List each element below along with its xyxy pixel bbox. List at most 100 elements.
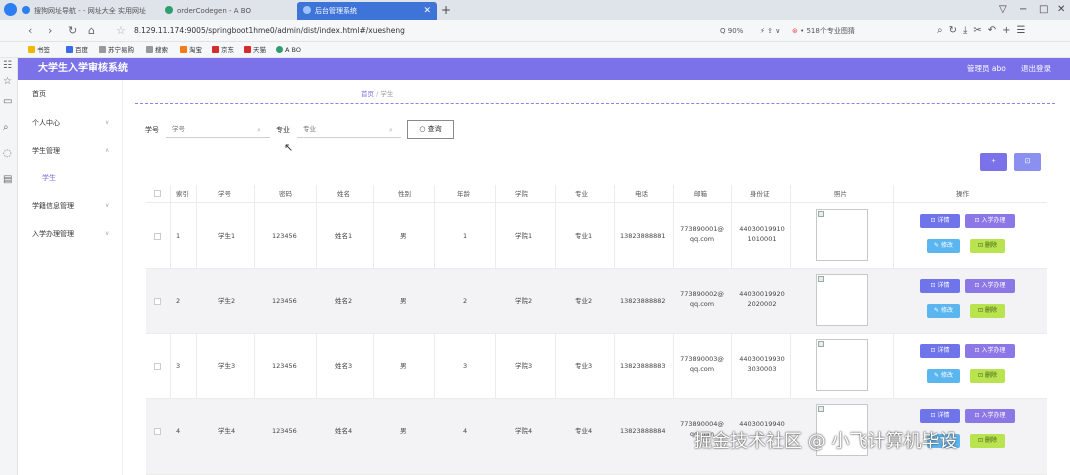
column-header[interactable]: 学号 [218, 188, 231, 200]
divider [135, 103, 1055, 104]
edit-button[interactable]: ✎ 修改 [927, 239, 960, 253]
cell-gender: 男 [400, 297, 407, 305]
column-header[interactable]: 性别 [398, 188, 411, 200]
cell-password: 123456 [272, 427, 297, 435]
delete-button[interactable]: ⊡ 删除 [970, 434, 1005, 448]
home-icon[interactable]: ⌂ [88, 23, 95, 39]
site-icon [303, 6, 311, 14]
detail-button[interactable]: ⊡ 详情 [920, 344, 960, 358]
sidebar-item-admission[interactable]: 入学办理管理 [32, 228, 74, 240]
search-icon[interactable]: ⌕ [3, 122, 9, 133]
delete-button[interactable]: ⊡ 删除 [970, 239, 1005, 253]
detail-button[interactable]: ⊡ 详情 [920, 214, 960, 228]
table-header: 索引 学号 密码 姓名 性别 年龄 学院 专业 电话 邮箱 身份证 照片 操作 [146, 185, 1047, 203]
admit-button[interactable]: ⊡ 入学办理 [965, 409, 1015, 423]
reader-icon[interactable]: ☷ [3, 60, 12, 71]
column-header[interactable]: 身份证 [750, 188, 770, 200]
bookmark-item[interactable]: 京东 [212, 44, 234, 56]
bookmark-item[interactable]: 百度 [66, 44, 88, 56]
logout-button[interactable]: 退出登录 [1021, 63, 1051, 75]
column-header[interactable]: 索引 [176, 188, 189, 200]
email-line: qq.com [689, 235, 715, 243]
column-header[interactable]: 电话 [635, 188, 648, 200]
sidebar-item-student-mgmt[interactable]: 学生管理 [32, 145, 60, 157]
delete-button[interactable]: ⊡ 删除 [970, 304, 1005, 318]
cell-college: 学院2 [515, 297, 533, 305]
maximize-icon[interactable]: □ [1039, 2, 1048, 18]
site-icon [165, 6, 173, 14]
bookmark-label: 搜索 [155, 46, 168, 54]
row-checkbox[interactable] [154, 363, 161, 370]
zoom-level[interactable]: Q 90% [720, 24, 743, 38]
browser-tab[interactable]: orderCodegen - A BO [165, 2, 295, 20]
bookmark-label: 苏宁易购 [108, 46, 134, 54]
student-no-input[interactable] [166, 120, 270, 138]
sidebar-item-home[interactable]: 首页 [32, 88, 46, 100]
column-header[interactable]: 专业 [575, 188, 588, 200]
detail-button[interactable]: ⊡ 详情 [920, 409, 960, 423]
favorites-icon[interactable]: ☆ [3, 76, 12, 87]
cell-gender: 男 [400, 362, 407, 370]
forward-icon[interactable]: › [48, 23, 52, 39]
browser-tab-active[interactable]: 后台管理系统 ✕ [297, 2, 437, 20]
suning-icon [99, 46, 106, 53]
minimize-icon[interactable]: − [1019, 2, 1027, 18]
cell-phone: 13823888883 [620, 362, 666, 370]
toolbar-icons[interactable]: ⌕↻⤓✂↶+☰ [937, 23, 1032, 39]
column-header[interactable]: 密码 [279, 188, 292, 200]
column-header[interactable]: 邮箱 [694, 188, 707, 200]
bookmark-item[interactable]: 搜索 [146, 44, 168, 56]
major-input[interactable] [297, 120, 401, 138]
url-field[interactable]: 8.129.11.174:9005/springboot1hme0/admin/… [134, 24, 405, 38]
admit-button[interactable]: ⊡ 入学办理 [965, 279, 1015, 293]
chat-icon[interactable]: ◌ [3, 148, 12, 159]
cell-email: 773890003@ qq.com [676, 354, 728, 374]
row-checkbox[interactable] [154, 298, 161, 305]
sidebar-item-enrollment-info[interactable]: 学籍信息管理 [32, 200, 74, 212]
sidebar-item-profile[interactable]: 个人中心 [32, 117, 60, 129]
row-checkbox[interactable] [154, 233, 161, 240]
column-header[interactable]: 照片 [834, 188, 847, 200]
notes-icon[interactable]: ▤ [3, 174, 12, 185]
menu-icon[interactable]: ▽ [999, 2, 1007, 18]
detail-button[interactable]: ⊡ 详情 [920, 279, 960, 293]
select-all-checkbox[interactable] [154, 190, 161, 197]
refresh-icon[interactable]: ↻ [68, 23, 77, 39]
bookmark-item[interactable]: 淘宝 [180, 44, 202, 56]
bookmark-item[interactable]: 苏宁易购 [99, 44, 134, 56]
email-line: qq.com [689, 365, 715, 373]
admit-button[interactable]: ⊡ 入学办理 [965, 344, 1015, 358]
row-checkbox[interactable] [154, 428, 161, 435]
column-header[interactable]: 操作 [956, 188, 969, 200]
bookmark-item[interactable]: 书签 [28, 44, 50, 56]
query-button[interactable]: ○ 查询 [407, 120, 454, 139]
column-header[interactable]: 学院 [515, 188, 528, 200]
column-header[interactable]: 姓名 [337, 188, 350, 200]
sidebar-item-students[interactable]: 学生 [42, 172, 56, 184]
edit-button[interactable]: ✎ 修改 [927, 304, 960, 318]
new-tab-button[interactable]: + [441, 2, 451, 18]
bookmark-item[interactable]: 天猫 [244, 44, 266, 56]
mouse-cursor-icon: ↖ [284, 141, 294, 154]
cell-password: 123456 [272, 297, 297, 305]
column-header[interactable]: 年龄 [457, 188, 470, 200]
share-icon[interactable]: ⚡ ⇪ ∨ [760, 24, 780, 38]
hot-topic[interactable]: ⊛ • 518个专业图猜 [792, 24, 855, 38]
back-icon[interactable]: ‹ [28, 23, 32, 39]
tab-label: 搜狗网址导航 - - 网址大全 实用网址 [34, 7, 146, 15]
breadcrumb-home[interactable]: 首页 [361, 90, 374, 98]
close-window-icon[interactable]: ✕ [1057, 2, 1065, 18]
taobao-icon [180, 46, 187, 53]
admit-button[interactable]: ⊡ 入学办理 [965, 214, 1015, 228]
batch-delete-button[interactable]: ⊡ [1014, 153, 1041, 171]
bookmark-item[interactable]: A BO [276, 44, 301, 56]
close-icon[interactable]: ✕ [423, 2, 431, 20]
browser-tab[interactable]: 搜狗网址导航 - - 网址大全 实用网址 [22, 2, 162, 20]
id-line: 44030019940 [739, 420, 785, 428]
add-button[interactable]: + [980, 153, 1007, 171]
star-icon[interactable]: ☆ [116, 23, 126, 39]
delete-button[interactable]: ⊡ 删除 [970, 369, 1005, 383]
panel-icon[interactable]: ▭ [3, 96, 12, 107]
sogou-icon [22, 6, 30, 14]
edit-button[interactable]: ✎ 修改 [927, 369, 960, 383]
